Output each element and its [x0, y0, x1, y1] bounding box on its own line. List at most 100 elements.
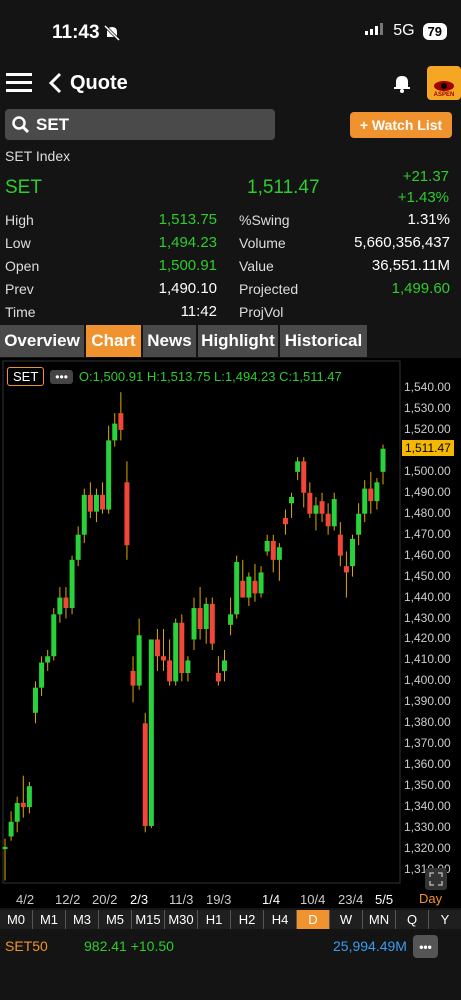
candle-body	[374, 482, 380, 502]
candle	[93, 488, 99, 523]
candle	[14, 796, 20, 833]
x-tick-label: 10/4	[300, 892, 326, 907]
y-tick-label: 1,410.00	[404, 652, 451, 667]
status-right: 5G 79	[365, 22, 447, 40]
candle	[307, 482, 313, 518]
candle	[295, 457, 301, 481]
timeframe-h4[interactable]: H4	[264, 910, 297, 929]
candle-body	[112, 423, 118, 441]
stat-value-value: 36,551.11M	[371, 257, 450, 274]
chart-panel[interactable]	[0, 358, 461, 908]
search-input[interactable]: SET	[5, 109, 275, 140]
candle-body	[295, 461, 301, 472]
bell-icon[interactable]	[392, 73, 412, 98]
more-icon[interactable]: •••	[50, 369, 73, 384]
candle-body	[57, 597, 63, 615]
y-tick-label: 1,520.00	[404, 421, 451, 436]
tab-historical[interactable]: Historical	[280, 325, 367, 357]
candle	[264, 534, 270, 556]
stat-label-volume: Volume	[239, 235, 286, 251]
tab-news[interactable]: News	[143, 325, 196, 357]
watch-list-button[interactable]: + Watch List	[350, 112, 452, 138]
timeframe-m1[interactable]: M1	[33, 910, 66, 929]
timeframe-w[interactable]: W	[330, 910, 363, 929]
aspen-logo[interactable]: ASPEN	[427, 66, 461, 100]
period-label[interactable]: Day	[419, 891, 442, 906]
candle	[136, 618, 142, 690]
stat-label-projvol: ProjVol	[239, 304, 284, 320]
candle-body	[276, 547, 282, 560]
timeframe-m3[interactable]: M3	[66, 910, 99, 929]
stat-value-projected: 1,499.60	[391, 280, 450, 297]
timeframe-h1[interactable]: H1	[198, 910, 231, 929]
timeframe-m0[interactable]: M0	[0, 910, 33, 929]
candle-body	[215, 673, 221, 682]
candle	[51, 608, 57, 661]
timeframe-bar: M0 M1 M3 M5 M15 M30 H1 H2 H4 D W MN Q Y	[0, 910, 461, 929]
stat-value-high: 1,513.75	[158, 211, 217, 228]
chart-symbol-chip[interactable]: SET	[7, 367, 45, 386]
candle-body	[264, 540, 270, 552]
candle-body	[234, 561, 240, 615]
signal-icon	[365, 22, 385, 40]
candle	[87, 482, 93, 518]
y-tick-label: 1,530.00	[404, 400, 451, 415]
candle-body	[282, 517, 288, 525]
menu-icon[interactable]	[6, 72, 32, 99]
y-tick-label: 1,490.00	[404, 484, 451, 499]
stat-label-value: Value	[239, 258, 274, 274]
candle-body	[20, 802, 26, 808]
change-percent: +1.43%	[397, 189, 449, 206]
stat-label-swing: %Swing	[239, 212, 290, 228]
timeframe-mn[interactable]: MN	[363, 910, 396, 929]
y-tick-label: 1,350.00	[404, 778, 451, 793]
timeframe-m15[interactable]: M15	[132, 910, 165, 929]
candle	[185, 656, 191, 682]
candle-body	[313, 505, 319, 514]
y-tick-label: 1,330.00	[404, 820, 451, 835]
candle-body	[118, 413, 124, 430]
timeframe-d[interactable]: D	[297, 910, 330, 929]
candle	[252, 564, 258, 602]
footer-value: 25,994.49M	[333, 938, 407, 954]
candle-body	[173, 622, 179, 682]
candle	[130, 656, 136, 703]
x-tick-label: 12/2	[55, 892, 81, 907]
last-price: 1,511.47	[247, 177, 320, 198]
candle	[234, 555, 240, 619]
candle	[221, 649, 227, 682]
stat-label-open: Open	[5, 258, 40, 274]
candle	[124, 461, 130, 560]
tab-chart[interactable]: Chart	[86, 325, 141, 357]
y-tick-label: 1,480.00	[404, 505, 451, 520]
tab-overview[interactable]: Overview	[0, 325, 84, 357]
battery-indicator: 79	[422, 22, 447, 40]
footer-symbol[interactable]: SET50	[5, 938, 48, 954]
candle-body	[350, 538, 356, 567]
ohlc-readout: O:1,500.91 H:1,513.75 L:1,494.23 C:1,511…	[78, 369, 342, 384]
candle	[63, 587, 69, 619]
candle-body	[75, 534, 81, 560]
candle	[331, 492, 337, 531]
candle-body	[246, 576, 252, 598]
candle-body	[14, 802, 20, 822]
candle	[39, 656, 45, 697]
x-tick-label: 11/3	[169, 892, 194, 907]
footer-more-icon[interactable]: •••	[413, 935, 438, 958]
chart-header: SET ••• O:1,500.91 H:1,513.75 L:1,494.23…	[7, 367, 342, 386]
timeframe-m5[interactable]: M5	[99, 910, 132, 929]
candle	[215, 656, 221, 686]
timeframe-q[interactable]: Q	[396, 910, 429, 929]
timeframe-m30[interactable]: M30	[165, 910, 198, 929]
tab-highlight[interactable]: Highlight	[198, 325, 278, 357]
candle-body	[221, 660, 227, 671]
candle-body	[331, 499, 337, 527]
timeframe-y[interactable]: Y	[429, 910, 461, 929]
candlestick-chart[interactable]	[0, 358, 461, 908]
candle	[20, 775, 26, 818]
timeframe-h2[interactable]: H2	[231, 910, 264, 929]
candle	[301, 457, 307, 508]
candle	[167, 639, 173, 686]
expand-icon[interactable]	[425, 868, 447, 890]
back-chevron-icon[interactable]	[47, 72, 63, 99]
